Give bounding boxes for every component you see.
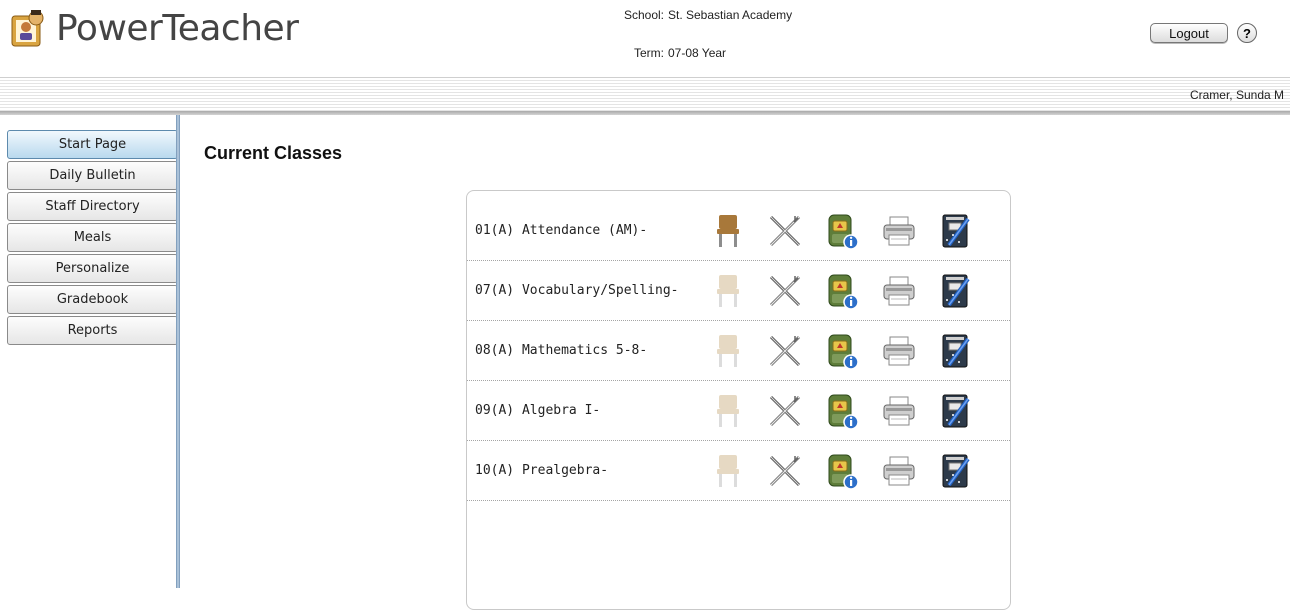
gradebook-icon[interactable] — [939, 212, 973, 250]
printer-icon[interactable] — [882, 212, 916, 250]
logout-button[interactable]: Logout — [1150, 23, 1228, 43]
school-row: School: St. Sebastian Academy — [600, 8, 792, 46]
class-row: 01(A) Attendance (AM)- — [467, 201, 1010, 261]
app-logo: PowerTeacher — [6, 6, 299, 50]
gradebook-icon[interactable] — [939, 332, 973, 370]
term-value: 07-08 Year — [668, 46, 727, 60]
class-actions — [711, 452, 996, 490]
help-icon[interactable]: ? — [1237, 23, 1257, 43]
backpack-info-icon[interactable] — [825, 212, 859, 250]
class-label: 09(A) Algebra I- — [475, 403, 601, 418]
class-row: 08(A) Mathematics 5-8- — [467, 321, 1010, 381]
term-label: Term: — [634, 46, 664, 60]
gradebook-icon[interactable] — [939, 452, 973, 490]
printer-icon[interactable] — [882, 332, 916, 370]
header-divider — [0, 111, 1290, 115]
teacher-logo-icon — [11, 10, 44, 47]
printer-icon[interactable] — [882, 452, 916, 490]
sidebar-item-start-page[interactable]: Start Page — [7, 130, 178, 159]
user-name: Cramer, Sunda M — [1189, 88, 1284, 102]
class-actions — [711, 332, 996, 370]
gradebook-icon[interactable] — [939, 272, 973, 310]
sidebar-item-staff-directory[interactable]: Staff Directory — [7, 192, 178, 221]
class-row: 07(A) Vocabulary/Spelling- — [467, 261, 1010, 321]
sidebar-divider — [176, 115, 180, 588]
chair-icon[interactable] — [711, 332, 745, 370]
school-value: St. Sebastian Academy — [668, 8, 793, 22]
printer-icon[interactable] — [882, 272, 916, 310]
class-row: 10(A) Prealgebra- — [467, 441, 1010, 501]
tools-icon[interactable] — [768, 452, 802, 490]
chair-icon[interactable] — [711, 452, 745, 490]
chair-icon[interactable] — [711, 272, 745, 310]
backpack-info-icon[interactable] — [825, 332, 859, 370]
gradebook-icon[interactable] — [939, 392, 973, 430]
sidebar-item-daily-bulletin[interactable]: Daily Bulletin — [7, 161, 178, 190]
class-label: 08(A) Mathematics 5-8- — [475, 343, 648, 358]
class-label: 01(A) Attendance (AM)- — [475, 223, 648, 238]
tools-icon[interactable] — [768, 212, 802, 250]
page-title: Current Classes — [204, 143, 343, 163]
printer-icon[interactable] — [882, 392, 916, 430]
class-actions — [711, 212, 996, 250]
backpack-info-icon[interactable] — [825, 272, 859, 310]
backpack-info-icon[interactable] — [825, 392, 859, 430]
current-classes-panel: 01(A) Attendance (AM)- 07(A) Vocabulary/… — [466, 190, 1011, 610]
class-label: 07(A) Vocabulary/Spelling- — [475, 283, 679, 298]
class-label: 10(A) Prealgebra- — [475, 463, 609, 478]
sidebar-item-meals[interactable]: Meals — [7, 223, 178, 252]
class-actions — [711, 392, 996, 430]
tools-icon[interactable] — [768, 272, 802, 310]
tools-icon[interactable] — [768, 332, 802, 370]
class-row: 09(A) Algebra I- — [467, 381, 1010, 441]
sidebar-nav: Start Page Daily Bulletin Staff Director… — [7, 130, 178, 347]
sidebar-item-reports[interactable]: Reports — [7, 316, 178, 345]
backpack-info-icon[interactable] — [825, 452, 859, 490]
school-term-info: School: St. Sebastian Academy Term: 07-08 … — [600, 8, 792, 84]
app-name: PowerTeacher — [56, 7, 299, 49]
header-stripe-bar — [0, 77, 1290, 112]
school-label: School: — [623, 8, 664, 22]
tools-icon[interactable] — [768, 392, 802, 430]
chair-icon[interactable] — [711, 392, 745, 430]
sidebar-item-personalize[interactable]: Personalize — [7, 254, 178, 283]
sidebar-item-gradebook[interactable]: Gradebook — [7, 285, 178, 314]
chair-icon[interactable] — [711, 212, 745, 250]
class-actions — [711, 272, 996, 310]
